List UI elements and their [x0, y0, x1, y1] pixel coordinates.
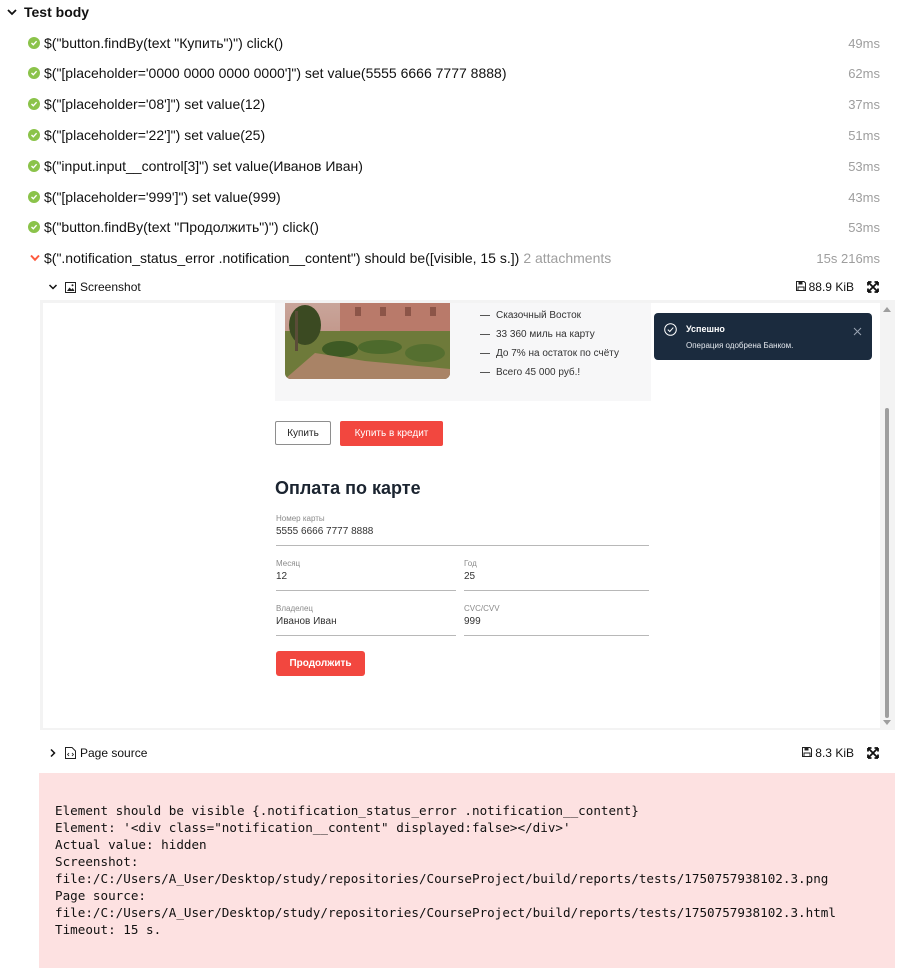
step-text: $("[placeholder='08']") set value(12): [44, 96, 266, 112]
step-text: $("button.findBy(text "Продолжить")") cl…: [44, 219, 319, 235]
floppy-disk-icon: [795, 280, 806, 294]
feature-item: Всего 45 000 руб.!: [480, 363, 619, 382]
feature-item: Сказочный Восток: [480, 306, 619, 325]
step-duration: 15s 216ms: [816, 250, 880, 266]
chevron-right-icon: [46, 746, 60, 760]
chevron-down-icon: [46, 280, 60, 294]
screenshot-image: Сказочный Восток 33 360 миль на карту До…: [43, 303, 880, 728]
step-row[interactable]: $("[placeholder='08']") set value(12) 37…: [28, 89, 880, 119]
step-text: $(".notification_status_error .notificat…: [44, 250, 520, 266]
step-text: $("[placeholder='999']") set value(999): [44, 189, 281, 205]
field-value: 25: [464, 571, 476, 582]
attachments-count: 2 attachments: [523, 250, 612, 266]
step-duration: 51ms: [848, 127, 880, 143]
buy-button: Купить: [275, 421, 331, 445]
chevron-down-icon: [28, 251, 42, 265]
field-value: 12: [276, 571, 288, 582]
step-duration: 37ms: [848, 96, 880, 112]
check-circle-icon: [664, 323, 677, 336]
buy-credit-button: Купить в кредит: [340, 421, 443, 446]
step-row[interactable]: $("[placeholder='999']") set value(999) …: [28, 182, 880, 212]
error-message: Element should be visible {.notification…: [55, 803, 836, 937]
field-value: 5555 6666 7777 8888: [276, 526, 374, 537]
attachment-size: 8.3 KiB: [802, 746, 854, 760]
step-text: $("[placeholder='0000 0000 0000 0000']")…: [44, 65, 507, 81]
notification-title: Успешно: [686, 324, 725, 334]
screenshot-viewer[interactable]: Сказочный Восток 33 360 миль на карту До…: [40, 300, 895, 730]
field-label: Номер карты: [276, 514, 325, 523]
attachment-name: Screenshot: [80, 280, 141, 294]
field-label: CVC/CVV: [464, 604, 500, 613]
attachment-screenshot-header[interactable]: Screenshot 88.9 KiB: [46, 274, 880, 300]
feature-item: До 7% на остаток по счёту: [480, 344, 619, 363]
step-row-failed[interactable]: $(".notification_status_error .notificat…: [28, 243, 880, 273]
step-row[interactable]: $("input.input__control[3]") set value(И…: [28, 151, 880, 181]
step-duration: 53ms: [848, 219, 880, 235]
month-field: Месяц 12: [276, 559, 456, 591]
section-title: Test body: [24, 4, 90, 20]
image-file-icon: [64, 281, 76, 293]
feature-item: 33 360 миль на карту: [480, 325, 619, 344]
attachment-size-label: 88.9 KiB: [808, 280, 854, 294]
step-row[interactable]: $("[placeholder='0000 0000 0000 0000']")…: [28, 58, 880, 88]
check-circle-icon: [28, 37, 40, 49]
section-header-test-body[interactable]: Test body: [0, 0, 89, 24]
fullscreen-icon[interactable]: [866, 280, 880, 294]
attachment-page-source-header[interactable]: Page source 8.3 KiB: [46, 740, 880, 766]
step-duration: 49ms: [848, 35, 880, 51]
step-text: $("[placeholder='22']") set value(25): [44, 127, 266, 143]
step-row[interactable]: $("button.findBy(text "Купить")") click(…: [28, 28, 880, 58]
step-row[interactable]: $("[placeholder='22']") set value(25) 51…: [28, 120, 880, 150]
check-circle-icon: [28, 67, 40, 79]
step-row[interactable]: $("button.findBy(text "Продолжить")") cl…: [28, 212, 880, 242]
attachment-size-label: 8.3 KiB: [815, 746, 854, 760]
error-message-box: Element should be visible {.notification…: [39, 773, 895, 968]
feature-text: Всего 45 000 руб.!: [496, 367, 581, 378]
field-value: Иванов Иван: [276, 616, 337, 627]
success-notification: Успешно Операция одобрена Банком.: [654, 313, 872, 360]
scrollbar-thumb[interactable]: [885, 408, 889, 718]
year-field: Год 25: [464, 559, 649, 591]
attachment-name: Page source: [80, 746, 148, 760]
attachment-size: 88.9 KiB: [795, 280, 854, 294]
step-text: $("button.findBy(text "Купить")") click(…: [44, 35, 284, 51]
feature-text: Сказочный Восток: [496, 310, 581, 321]
notification-message: Операция одобрена Банком.: [686, 341, 794, 350]
scroll-up-arrow-icon[interactable]: [883, 307, 891, 312]
continue-button: Продолжить: [276, 651, 365, 676]
code-file-icon: [64, 747, 76, 759]
floppy-disk-icon: [802, 746, 813, 760]
scroll-down-arrow-icon[interactable]: [883, 720, 891, 725]
check-circle-icon: [28, 98, 40, 110]
tour-card: Сказочный Восток 33 360 миль на карту До…: [275, 303, 651, 401]
field-label: Владелец: [276, 604, 314, 613]
step-text: $("input.input__control[3]") set value(И…: [44, 158, 363, 174]
check-circle-icon: [28, 160, 40, 172]
check-circle-icon: [28, 221, 40, 233]
field-label: Месяц: [276, 559, 301, 568]
check-circle-icon: [28, 129, 40, 141]
owner-field: Владелец Иванов Иван: [276, 604, 456, 636]
step-duration: 53ms: [848, 158, 880, 174]
tour-features: Сказочный Восток 33 360 миль на карту До…: [480, 306, 619, 382]
step-duration: 43ms: [848, 189, 880, 205]
tour-image: [285, 303, 450, 379]
fullscreen-icon[interactable]: [866, 746, 880, 760]
field-value: 999: [464, 616, 481, 627]
close-icon: [853, 323, 862, 336]
screenshot-scrollbar[interactable]: [882, 303, 894, 729]
feature-text: До 7% на остаток по счёту: [496, 348, 619, 359]
field-label: Год: [464, 559, 477, 568]
check-circle-icon: [28, 191, 40, 203]
feature-text: 33 360 миль на карту: [496, 329, 595, 340]
cvc-field: CVC/CVV 999: [464, 604, 649, 636]
step-duration: 62ms: [848, 65, 880, 81]
payment-title: Оплата по карте: [275, 478, 421, 498]
card-number-field: Номер карты 5555 6666 7777 8888: [276, 514, 649, 546]
chevron-down-icon: [0, 0, 24, 24]
